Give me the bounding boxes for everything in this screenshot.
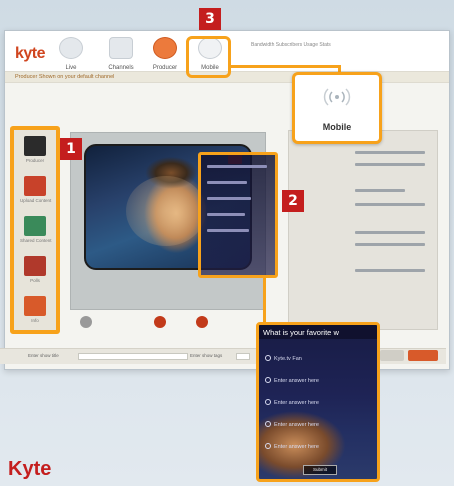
quiz-line: [207, 197, 251, 200]
show-tags-input[interactable]: [236, 353, 250, 360]
upload-tool-icon: [24, 176, 46, 196]
stop-icon[interactable]: [196, 316, 208, 328]
video-figure: [126, 176, 206, 246]
quiz-option[interactable]: Enter answer here: [265, 421, 319, 428]
panel-slider[interactable]: [355, 243, 425, 246]
radio-icon: [265, 443, 271, 449]
callout-connector: [263, 278, 266, 322]
quiz-option-text: Kyte.tv Fan: [274, 356, 302, 362]
callout-number-2: 2: [282, 190, 304, 212]
publish-button[interactable]: [408, 350, 438, 361]
settings-panel: [288, 130, 438, 330]
mobile-zoom-callout: Mobile: [292, 72, 382, 144]
radio-icon: [265, 399, 271, 405]
panel-slider[interactable]: [355, 231, 425, 234]
producer-tool-icon: [24, 136, 46, 156]
sidebar-item-label: Polls: [30, 278, 40, 283]
record-icon[interactable]: [154, 316, 166, 328]
nav-producer[interactable]: Producer: [145, 37, 185, 71]
tools-sidebar: Producer Upload Content Shared Content P…: [10, 126, 60, 334]
quiz-zoom-callout: What is your favorite w Kyte.tv Fan Ente…: [256, 322, 380, 482]
sidebar-item-label: Producer: [25, 158, 45, 163]
callout-number-1: 1: [60, 138, 82, 160]
sidebar-item-producer[interactable]: Producer: [20, 136, 50, 163]
show-title-input[interactable]: [78, 353, 188, 360]
quiz-overlay[interactable]: [198, 152, 278, 278]
sidebar-item-label: Info: [31, 318, 39, 323]
header-stats: Bandwidth Subscribers Usage Stats: [251, 42, 331, 48]
quiz-line: [207, 181, 247, 184]
kyte-logo[interactable]: kyte: [15, 45, 46, 63]
quiz-option[interactable]: Enter answer here: [265, 399, 319, 406]
panel-slider[interactable]: [355, 203, 425, 206]
quiz-line: [207, 229, 249, 232]
sidebar-item-shared[interactable]: Shared Content: [20, 216, 52, 243]
quiz-line: [207, 165, 267, 168]
quiz-line: [207, 213, 245, 216]
info-tool-icon: [24, 296, 46, 316]
radio-icon: [265, 355, 271, 361]
polls-tool-icon: [24, 256, 46, 276]
figure-caption: Kyte: [8, 458, 52, 480]
sidebar-item-polls[interactable]: Polls: [20, 256, 50, 283]
nav-channels[interactable]: Channels: [101, 37, 141, 71]
radio-icon: [265, 421, 271, 427]
sidebar-item-label: Upload Content: [20, 198, 52, 203]
panel-slider[interactable]: [355, 163, 425, 166]
quiz-option[interactable]: Kyte.tv Fan: [265, 355, 302, 362]
nav-live[interactable]: Live: [51, 37, 91, 71]
quiz-option-text: Enter answer here: [274, 422, 319, 428]
callout-connector: [231, 65, 341, 68]
panel-slider[interactable]: [355, 189, 405, 192]
add-item-icon[interactable]: [80, 316, 92, 328]
sidebar-item-upload[interactable]: Upload Content: [20, 176, 52, 203]
quiz-option-text: Enter answer here: [274, 444, 319, 450]
channels-icon: [109, 37, 133, 59]
quiz-submit-button[interactable]: Submit: [303, 465, 337, 475]
quiz-option[interactable]: Enter answer here: [265, 443, 319, 450]
mobile-wave-icon: [323, 88, 351, 106]
sidebar-item-info[interactable]: Info: [20, 296, 50, 323]
subheader-text: Producer Shown on your default channel: [15, 74, 115, 80]
shared-tool-icon: [24, 216, 46, 236]
sidebar-item-label: Shared Content: [20, 238, 52, 243]
producer-icon: [153, 37, 177, 59]
radio-icon: [265, 377, 271, 383]
panel-slider[interactable]: [355, 269, 425, 272]
quiz-question: What is your favorite w: [259, 325, 377, 339]
quiz-option[interactable]: Enter answer here: [265, 377, 319, 384]
mobile-nav-highlight: [186, 36, 231, 78]
show-title-label: Enter show title: [28, 353, 59, 358]
live-icon: [59, 37, 83, 59]
mobile-zoom-label: Mobile: [322, 122, 352, 132]
preview-toolbar: [70, 312, 266, 338]
show-tags-label: Enter show tags: [190, 353, 223, 358]
cancel-button[interactable]: [380, 350, 404, 361]
callout-number-3: 3: [199, 8, 221, 30]
panel-slider[interactable]: [355, 151, 425, 154]
quiz-option-text: Enter answer here: [274, 378, 319, 384]
quiz-option-text: Enter answer here: [274, 400, 319, 406]
